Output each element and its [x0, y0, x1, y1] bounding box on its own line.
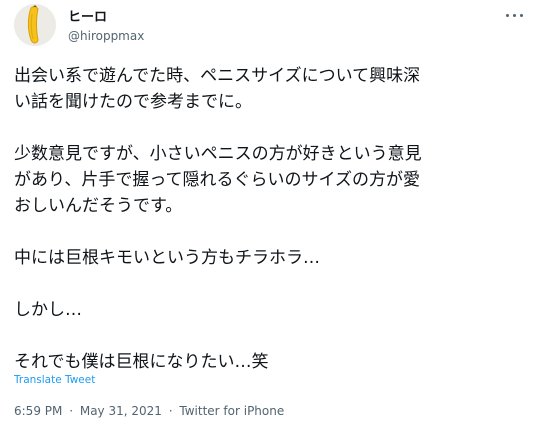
- tweet-time[interactable]: 6:59 PM: [14, 404, 62, 418]
- tweet-paragraph: 少数意見ですが、小さいペニスの方が好きという意見 があり、片手で握って隠れるぐらい…: [14, 141, 530, 219]
- tweet-meta: 6:59 PM · May 31, 2021 · Twitter for iPh…: [14, 404, 284, 419]
- tweet-source[interactable]: Twitter for iPhone: [179, 404, 284, 418]
- banana-icon: [14, 4, 56, 46]
- avatar[interactable]: [14, 4, 56, 46]
- tweet-line: 少数意見ですが、小さいペニスの方が好きという意見: [14, 144, 422, 164]
- tweet-line: それでも僕は巨根になりたい…笑: [14, 352, 269, 372]
- tweet-paragraph: しかし…: [14, 297, 530, 323]
- tweet-line: しかし…: [14, 300, 82, 320]
- tweet-line: 出会い系で遊んでた時、ペニスサイズについて興味深: [14, 66, 421, 86]
- user-handle[interactable]: @hiroppmax: [68, 29, 144, 44]
- display-name[interactable]: ヒーロ: [68, 10, 107, 26]
- tweet-text: 出会い系で遊んでた時、ペニスサイズについて興味深 い話を聞けたので参考までに。少数…: [14, 63, 530, 375]
- tweet-line: おしいんだそうです。: [14, 196, 183, 216]
- tweet-paragraph: それでも僕は巨根になりたい…笑: [14, 349, 530, 375]
- meta-separator: ·: [168, 404, 173, 418]
- tweet-paragraph: 出会い系で遊んでた時、ペニスサイズについて興味深 い話を聞けたので参考までに。: [14, 63, 530, 115]
- tweet-card: ヒーロ @hiroppmax 出会い系で遊んでた時、ペニスサイズについて興味深い…: [0, 0, 540, 426]
- translate-tweet-link[interactable]: Translate Tweet: [14, 373, 95, 387]
- meta-separator: ·: [69, 404, 74, 418]
- more-icon[interactable]: [504, 8, 526, 22]
- tweet-date[interactable]: May 31, 2021: [80, 404, 162, 418]
- tweet-line: があり、片手で握って隠れるぐらいのサイズの方が愛: [14, 170, 420, 190]
- tweet-line: い話を聞けたので参考までに。: [14, 92, 252, 112]
- tweet-paragraph: 中には巨根キモいという方もチラホラ…: [14, 245, 530, 271]
- tweet-line: 中には巨根キモいという方もチラホラ…: [14, 248, 320, 268]
